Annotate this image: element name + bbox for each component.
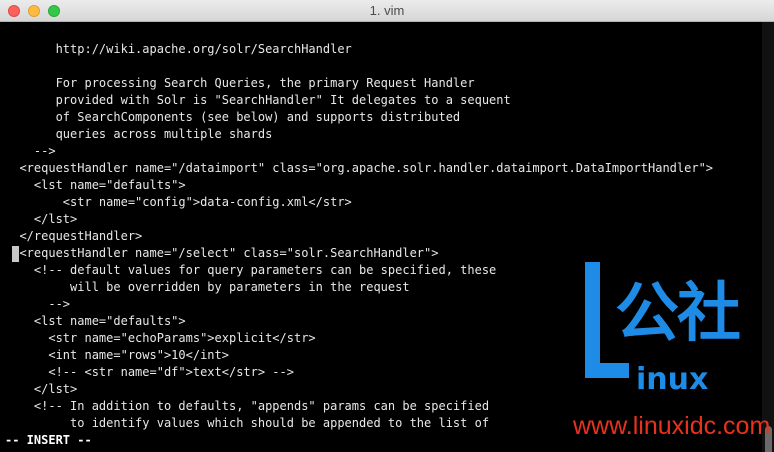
editor-line: will be overridden by parameters in the …: [5, 280, 410, 294]
editor-line: <str name="config">data-config.xml</str>: [5, 195, 352, 209]
editor-line: <requestHandler name="/dataimport" class…: [5, 161, 714, 175]
editor-line: </lst>: [5, 382, 78, 396]
editor-line: queries across multiple shards: [5, 127, 273, 141]
watermark-l-stem: [585, 262, 600, 378]
editor-line: -->: [5, 144, 56, 158]
watermark-url: www.linuxidc.com: [573, 412, 771, 440]
title-bar[interactable]: 1. vim: [0, 0, 774, 22]
editor-line: </lst>: [5, 212, 78, 226]
editor-line: http://wiki.apache.org/solr/SearchHandle…: [5, 42, 352, 56]
editor-line: of SearchComponents (see below) and supp…: [5, 110, 461, 124]
editor-line: <requestHandler name="/select" class="so…: [5, 246, 439, 260]
editor-line: to identify values which should be appen…: [5, 416, 490, 430]
editor-line: <lst name="defaults">: [5, 314, 186, 328]
text-cursor: [12, 246, 19, 262]
scrollbar[interactable]: [762, 22, 774, 452]
editor-line: <lst name="defaults">: [5, 178, 186, 192]
watermark-l-foot: [585, 363, 629, 378]
editor-line: -->: [5, 297, 71, 311]
vim-mode-indicator: -- INSERT --: [5, 433, 92, 447]
watermark-inux-text: inux: [636, 362, 709, 397]
editor-line: provided with Solr is "SearchHandler" It…: [5, 93, 511, 107]
editor-line: <str name="echoParams">explicit</str>: [5, 331, 316, 345]
terminal-window: 1. vim http://wiki.apache.org/solr/Searc…: [0, 0, 774, 452]
editor-line: <!-- <str name="df">text</str> -->: [5, 365, 294, 379]
editor-line: </requestHandler>: [5, 229, 143, 243]
editor-line: <!-- In addition to defaults, "appends" …: [5, 399, 490, 413]
editor-line: <!-- default values for query parameters…: [5, 263, 497, 277]
editor-line: For processing Search Queries, the prima…: [5, 76, 475, 90]
window-title: 1. vim: [369, 3, 405, 18]
editor-line: <int name="rows">10</int>: [5, 348, 229, 362]
watermark-chinese-text: 公社: [615, 277, 741, 351]
